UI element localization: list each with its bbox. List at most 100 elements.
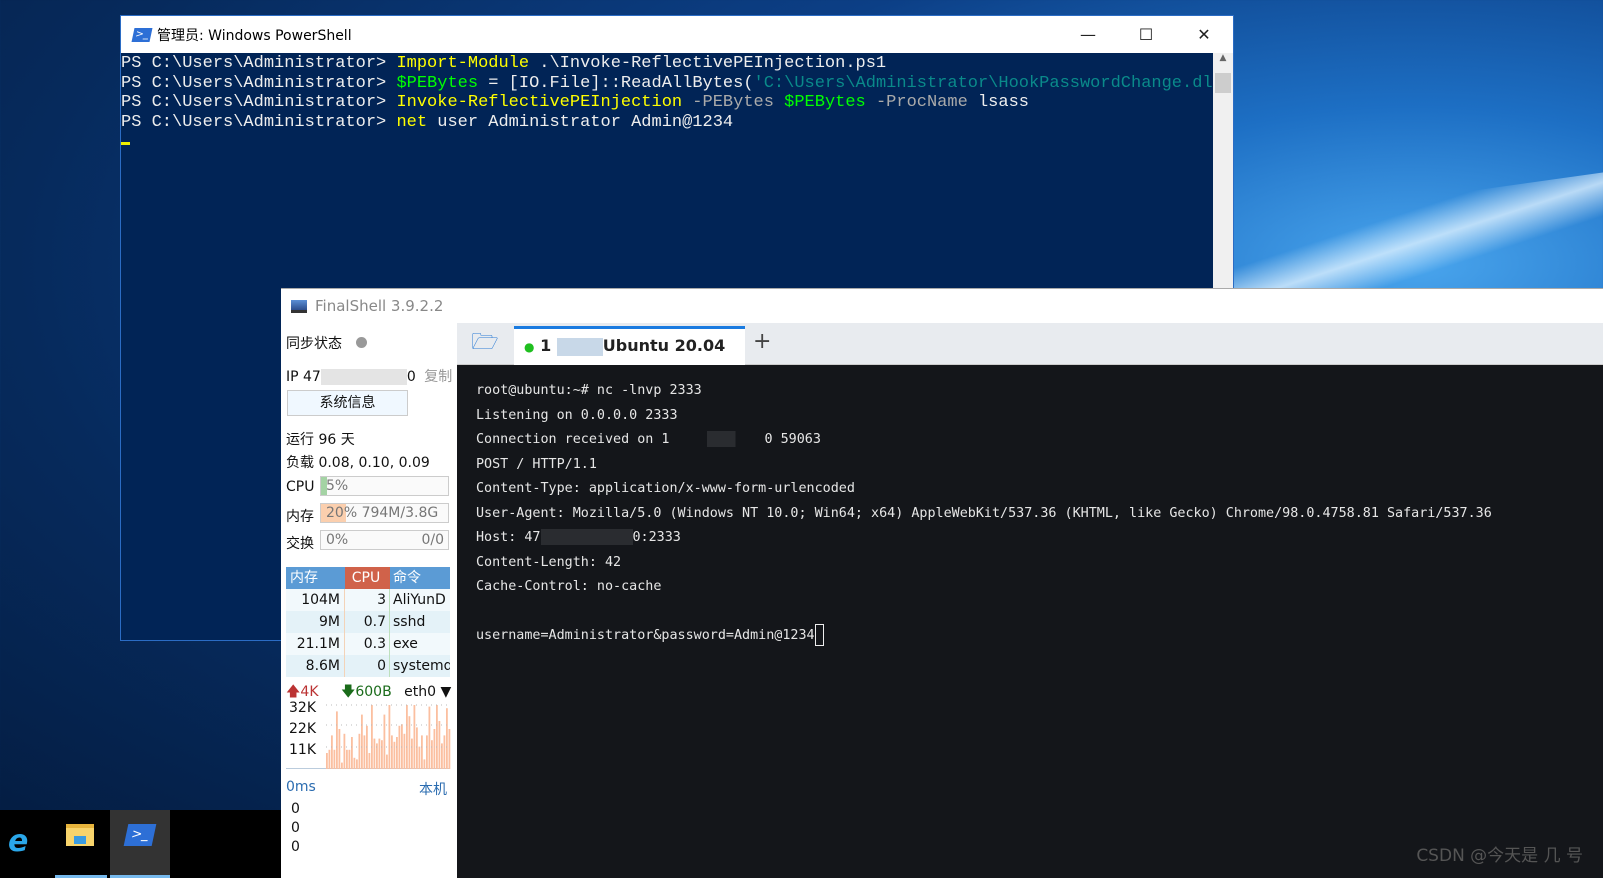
- net-bar: [371, 705, 373, 769]
- net-bar: [446, 708, 448, 769]
- session-tab[interactable]: ● 1 Ubuntu 20.04 ×: [514, 326, 745, 390]
- window-title: FinalShell 3.9.2.2: [315, 297, 444, 315]
- powershell-titlebar[interactable]: >_ 管理员: Windows PowerShell — ☐ ✕: [121, 16, 1233, 53]
- swap-usage-bar: 0% 0/0: [320, 530, 449, 550]
- tick-label: 22K: [289, 721, 316, 737]
- tick-label: 32K: [289, 700, 316, 716]
- console-line: PS C:\Users\Administrator> Invoke-Reflec…: [121, 93, 1029, 112]
- net-bar: [436, 705, 438, 769]
- download-rate: 600B: [355, 684, 392, 700]
- process-row[interactable]: 8.6M 0 systemd: [286, 655, 450, 677]
- finalshell-window[interactable]: FinalShell 3.9.2.2 同步状态 IP 47 0 复制 系统信息 运…: [281, 288, 1603, 878]
- net-bar: [428, 706, 431, 769]
- net-bar: [383, 714, 386, 769]
- powershell-taskbar-icon[interactable]: >_: [110, 810, 170, 878]
- console-line: PS C:\Users\Administrator> $PEBytes = [I…: [121, 73, 1213, 93]
- folder-icon[interactable]: 🗁: [457, 323, 513, 364]
- terminal-line: Content-Length: 42: [476, 554, 622, 570]
- net-bar: [343, 733, 346, 769]
- net-bar: [398, 725, 401, 769]
- text-cursor: [121, 142, 130, 145]
- net-bar: [333, 749, 336, 769]
- process-row[interactable]: 104M 3 AliYunD: [286, 589, 450, 611]
- net-bar: [336, 711, 338, 769]
- net-bar: [356, 759, 358, 769]
- net-bar: [426, 735, 428, 769]
- load-average: 负载 0.08, 0.10, 0.09: [286, 455, 430, 471]
- net-bar: [423, 759, 426, 769]
- swap-label: 交换: [286, 536, 314, 552]
- ping-host[interactable]: 本机: [419, 779, 447, 799]
- session-tab-bar: 🗁 ● 1 Ubuntu 20.04 × +: [457, 323, 1603, 390]
- net-bar: [326, 753, 328, 769]
- process-row[interactable]: 21.1M 0.3 exe: [286, 633, 450, 655]
- watermark: CSDN @今天是 几 号: [1416, 846, 1583, 866]
- terminal-output[interactable]: root@ubuntu:~# nc -lnvp 2333 Listening on…: [457, 365, 1603, 878]
- finalshell-titlebar[interactable]: FinalShell 3.9.2.2: [281, 289, 1603, 323]
- net-bar: [331, 735, 333, 769]
- close-button[interactable]: ✕: [1175, 16, 1233, 53]
- net-bar: [413, 705, 416, 769]
- net-bar: [388, 705, 391, 769]
- net-bar: [421, 735, 423, 769]
- net-bar: [373, 738, 376, 769]
- net-bar: [391, 735, 393, 769]
- session-name: Ubuntu 20.04: [602, 336, 726, 355]
- net-bar: [358, 733, 361, 769]
- net-bar: [433, 729, 436, 769]
- new-tab-button[interactable]: +: [753, 329, 771, 354]
- copy-ip-link[interactable]: 复制: [424, 369, 452, 385]
- col-header-mem[interactable]: 内存: [286, 567, 345, 589]
- net-bar: [341, 762, 343, 769]
- maximize-button[interactable]: ☐: [1117, 16, 1175, 53]
- terminal-line: root@ubuntu:~# nc -lnvp 2333: [476, 383, 702, 398]
- tick-label: 11K: [289, 742, 316, 758]
- uptime: 运行 96 天: [286, 432, 355, 448]
- net-bar: [403, 733, 406, 769]
- process-row[interactable]: 9M 0.7 sshd: [286, 611, 450, 633]
- net-bar: [416, 727, 418, 769]
- col-header-cmd[interactable]: 命令: [390, 567, 450, 589]
- system-info-button[interactable]: 系统信息: [287, 390, 408, 416]
- powershell-icon: >_: [131, 27, 153, 42]
- net-bar: [393, 741, 396, 769]
- terminal-cursor: [814, 624, 824, 646]
- net-bar: [386, 754, 388, 769]
- interface-select[interactable]: eth0 ▼: [404, 684, 451, 700]
- net-bar: [368, 753, 371, 769]
- ip-address: IP 47: [286, 369, 321, 385]
- sync-status-dot: [356, 337, 368, 348]
- process-table[interactable]: 内存 CPU 命令 104M 3 AliYunD 9M 0.7 sshd 21.1M 0.3 exe…: [286, 567, 450, 677]
- download-icon: 🡇: [340, 684, 356, 700]
- ie-icon[interactable]: e: [0, 810, 52, 878]
- console-line: PS C:\Users\Administrator> Import-Module…: [121, 54, 887, 73]
- ping-latency: 0ms: [286, 779, 316, 795]
- sync-status-label: 同步状态: [286, 336, 342, 352]
- net-bar: [448, 729, 451, 769]
- net-bar: [361, 714, 363, 769]
- col-header-cpu[interactable]: CPU: [345, 567, 390, 589]
- network-chart: 32K 22K 11K: [286, 700, 451, 769]
- net-bar: [378, 738, 381, 769]
- net-bar: [406, 705, 408, 769]
- net-bar: [418, 746, 421, 769]
- net-bar: [396, 737, 398, 769]
- taskbar: e >_: [0, 810, 282, 878]
- net-bar: [408, 716, 411, 769]
- net-bar: [443, 735, 446, 769]
- terminal-line: Listening on 0.0.0.0 2333: [476, 407, 678, 423]
- net-bar: [346, 749, 348, 769]
- net-bar: [328, 749, 331, 769]
- file-explorer-icon[interactable]: [55, 810, 107, 878]
- mem-label: 内存: [286, 509, 314, 525]
- net-bar: [381, 740, 383, 769]
- terminal-line: Connection received on 10 59063: [476, 431, 821, 447]
- console-line: PS C:\Users\Administrator> net user Admi…: [121, 112, 734, 132]
- window-title: 管理员: Windows PowerShell: [157, 27, 352, 44]
- ip-suffix: 0: [406, 369, 416, 385]
- terminal-line: username=Administrator&password=Admin@12…: [476, 624, 1603, 649]
- net-bar: [338, 729, 341, 769]
- minimize-button[interactable]: —: [1059, 16, 1117, 53]
- connected-dot: ●: [524, 340, 535, 354]
